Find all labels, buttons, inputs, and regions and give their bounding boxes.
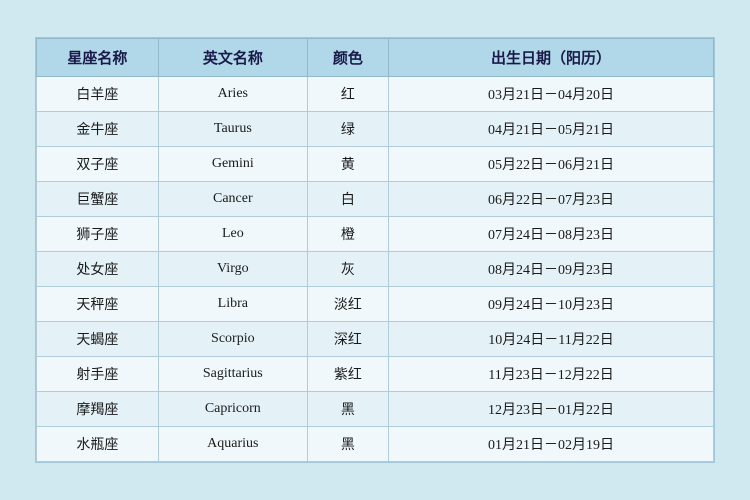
cell-chinese: 天蝎座 bbox=[37, 322, 159, 357]
header-color: 颜色 bbox=[307, 39, 388, 77]
table-row: 摩羯座Capricorn黑12月23日－01月22日 bbox=[37, 392, 714, 427]
cell-english: Scorpio bbox=[158, 322, 307, 357]
cell-chinese: 水瓶座 bbox=[37, 427, 159, 462]
zodiac-table-container: 星座名称 英文名称 颜色 出生日期（阳历） 白羊座Aries红03月21日－04… bbox=[35, 37, 715, 463]
cell-date: 06月22日－07月23日 bbox=[389, 182, 714, 217]
cell-english: Libra bbox=[158, 287, 307, 322]
cell-color: 红 bbox=[307, 77, 388, 112]
cell-chinese: 射手座 bbox=[37, 357, 159, 392]
cell-date: 12月23日－01月22日 bbox=[389, 392, 714, 427]
cell-chinese: 巨蟹座 bbox=[37, 182, 159, 217]
cell-date: 03月21日－04月20日 bbox=[389, 77, 714, 112]
cell-english: Cancer bbox=[158, 182, 307, 217]
cell-color: 绿 bbox=[307, 112, 388, 147]
cell-date: 10月24日－11月22日 bbox=[389, 322, 714, 357]
table-row: 天秤座Libra淡红09月24日－10月23日 bbox=[37, 287, 714, 322]
cell-color: 灰 bbox=[307, 252, 388, 287]
table-row: 处女座Virgo灰08月24日－09月23日 bbox=[37, 252, 714, 287]
cell-chinese: 金牛座 bbox=[37, 112, 159, 147]
cell-chinese: 白羊座 bbox=[37, 77, 159, 112]
cell-english: Capricorn bbox=[158, 392, 307, 427]
table-row: 巨蟹座Cancer白06月22日－07月23日 bbox=[37, 182, 714, 217]
cell-color: 深红 bbox=[307, 322, 388, 357]
cell-date: 04月21日－05月21日 bbox=[389, 112, 714, 147]
cell-color: 紫红 bbox=[307, 357, 388, 392]
cell-date: 07月24日－08月23日 bbox=[389, 217, 714, 252]
cell-chinese: 狮子座 bbox=[37, 217, 159, 252]
table-row: 狮子座Leo橙07月24日－08月23日 bbox=[37, 217, 714, 252]
header-chinese: 星座名称 bbox=[37, 39, 159, 77]
cell-color: 淡红 bbox=[307, 287, 388, 322]
cell-english: Virgo bbox=[158, 252, 307, 287]
cell-chinese: 处女座 bbox=[37, 252, 159, 287]
cell-date: 11月23日－12月22日 bbox=[389, 357, 714, 392]
cell-english: Aries bbox=[158, 77, 307, 112]
cell-color: 黑 bbox=[307, 427, 388, 462]
cell-english: Taurus bbox=[158, 112, 307, 147]
table-header-row: 星座名称 英文名称 颜色 出生日期（阳历） bbox=[37, 39, 714, 77]
header-date: 出生日期（阳历） bbox=[389, 39, 714, 77]
table-row: 天蝎座Scorpio深红10月24日－11月22日 bbox=[37, 322, 714, 357]
table-row: 白羊座Aries红03月21日－04月20日 bbox=[37, 77, 714, 112]
cell-english: Leo bbox=[158, 217, 307, 252]
table-row: 金牛座Taurus绿04月21日－05月21日 bbox=[37, 112, 714, 147]
cell-english: Gemini bbox=[158, 147, 307, 182]
cell-color: 黑 bbox=[307, 392, 388, 427]
cell-color: 橙 bbox=[307, 217, 388, 252]
cell-color: 黄 bbox=[307, 147, 388, 182]
cell-chinese: 双子座 bbox=[37, 147, 159, 182]
cell-date: 01月21日－02月19日 bbox=[389, 427, 714, 462]
cell-english: Aquarius bbox=[158, 427, 307, 462]
cell-date: 08月24日－09月23日 bbox=[389, 252, 714, 287]
table-row: 射手座Sagittarius紫红11月23日－12月22日 bbox=[37, 357, 714, 392]
zodiac-table: 星座名称 英文名称 颜色 出生日期（阳历） 白羊座Aries红03月21日－04… bbox=[36, 38, 714, 462]
cell-english: Sagittarius bbox=[158, 357, 307, 392]
cell-date: 05月22日－06月21日 bbox=[389, 147, 714, 182]
cell-date: 09月24日－10月23日 bbox=[389, 287, 714, 322]
cell-chinese: 摩羯座 bbox=[37, 392, 159, 427]
table-row: 水瓶座Aquarius黑01月21日－02月19日 bbox=[37, 427, 714, 462]
cell-color: 白 bbox=[307, 182, 388, 217]
cell-chinese: 天秤座 bbox=[37, 287, 159, 322]
header-english: 英文名称 bbox=[158, 39, 307, 77]
table-row: 双子座Gemini黄05月22日－06月21日 bbox=[37, 147, 714, 182]
